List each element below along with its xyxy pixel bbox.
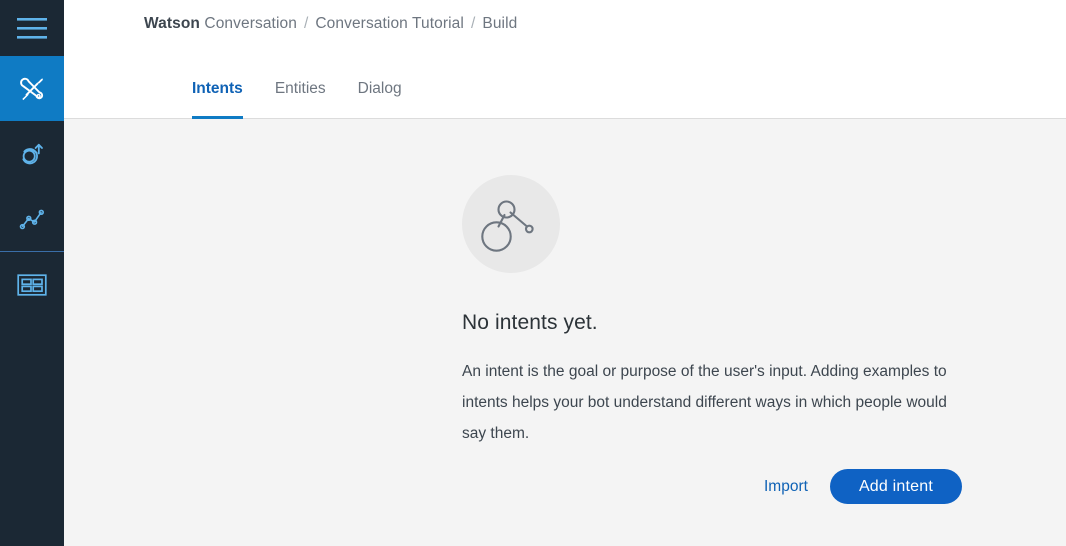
page-title: No intents yet. [462, 311, 598, 334]
sidebar-item-deploy[interactable] [0, 252, 64, 317]
breadcrumb: Watson Conversation / Conversation Tutoria… [144, 15, 517, 33]
main-region: Watson Conversation / Conversation Tutoria… [64, 0, 1066, 546]
import-button[interactable]: Import [760, 472, 812, 502]
sidebar-item-analytics[interactable] [0, 186, 64, 251]
content-area: No intents yet. An intent is the goal or… [64, 119, 1066, 546]
sidebar-item-improve[interactable] [0, 121, 64, 186]
breadcrumb-product-strong: Watson [144, 15, 200, 32]
deploy-icon [17, 273, 47, 296]
tab-dialog[interactable]: Dialog [358, 80, 402, 119]
analytics-icon [17, 204, 47, 234]
menu-icon [17, 17, 47, 39]
page-header: Watson Conversation / Conversation Tutoria… [64, 0, 1066, 119]
add-intent-button[interactable]: Add intent [829, 469, 962, 504]
sidebar-item-menu[interactable] [0, 0, 64, 56]
breadcrumb-separator-2: / [470, 15, 476, 32]
breadcrumb-separator-1: / [303, 15, 309, 32]
left-nav-rail [0, 0, 64, 546]
tools-icon [16, 73, 48, 105]
tab-bar: Intents Entities Dialog [192, 80, 402, 119]
tab-intents[interactable]: Intents [192, 80, 243, 119]
action-bar: Import Add intent [760, 469, 962, 504]
empty-state-description: An intent is the goal or purpose of the … [462, 363, 947, 442]
breadcrumb-section[interactable]: Build [482, 15, 517, 32]
intent-nodes-icon [462, 175, 560, 273]
empty-state: No intents yet. An intent is the goal or… [462, 175, 982, 449]
tab-entities[interactable]: Entities [275, 80, 326, 119]
app-window: Watson Conversation / Conversation Tutoria… [0, 0, 1066, 546]
sidebar-item-build[interactable] [0, 56, 64, 121]
breadcrumb-product-name: Conversation [204, 15, 297, 32]
breadcrumb-workspace[interactable]: Conversation Tutorial [315, 15, 464, 32]
improve-icon [17, 139, 47, 169]
